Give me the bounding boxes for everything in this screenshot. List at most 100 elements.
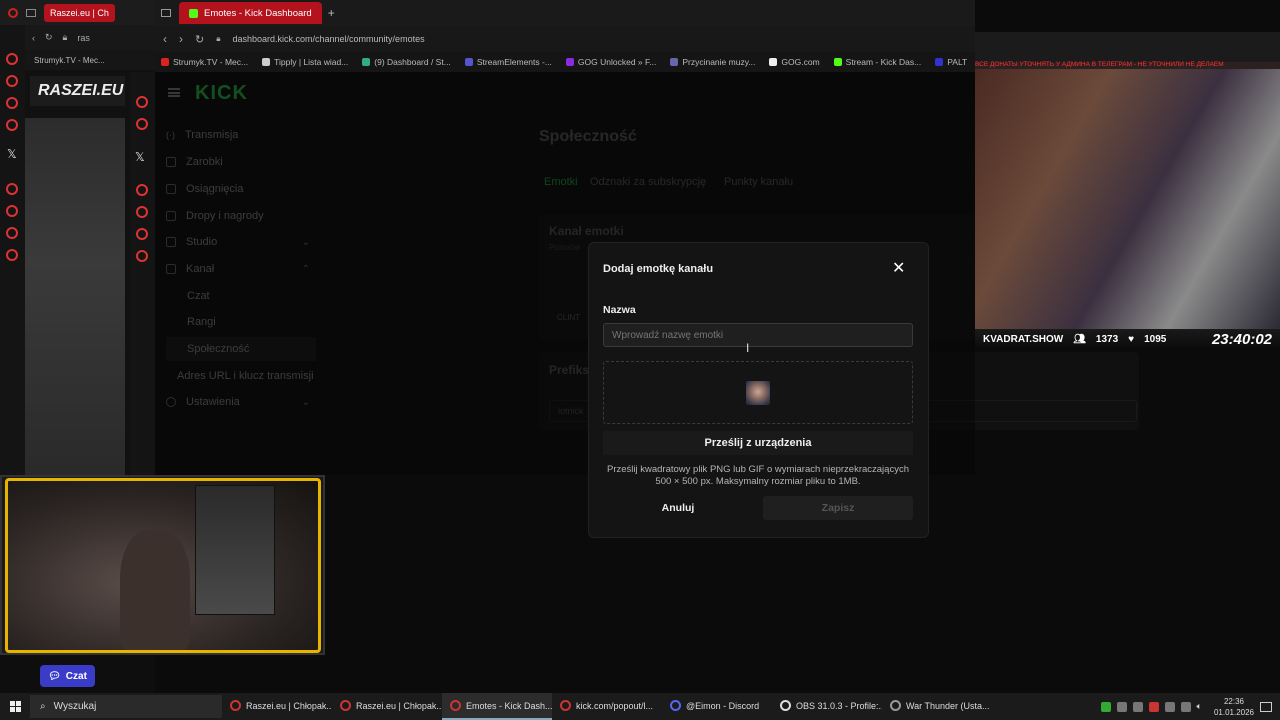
opera-icon <box>340 700 351 711</box>
bookmark-item[interactable]: GOG Unlocked » F... <box>565 57 656 67</box>
text-cursor-icon: I <box>746 341 750 355</box>
viewers-icon: 👥︎ <box>1073 334 1086 345</box>
opera-sidebar-2: 𝕏 <box>130 72 155 475</box>
x-icon[interactable]: 𝕏 <box>7 147 17 161</box>
opera-menu-icon[interactable] <box>8 7 18 18</box>
taskbar-item[interactable]: Raszei.eu | Chłopak... <box>332 693 442 720</box>
left-browser-url[interactable]: ras <box>77 33 90 43</box>
taskbar-clock[interactable]: 22:36 01.01.2026 <box>1214 696 1254 718</box>
raszei-logo: RASZEI.EU <box>30 76 125 106</box>
notification-icon[interactable] <box>1260 701 1272 712</box>
opera-sidebar-icon[interactable] <box>136 206 148 218</box>
opera-sidebar-icon[interactable] <box>6 75 18 87</box>
tray-icon[interactable] <box>1180 701 1191 712</box>
chat-icon: 💬︎ <box>48 670 61 682</box>
clock-date: 01.01.2026 <box>1213 707 1254 717</box>
bookmark-item[interactable]: Strumyk.TV - Mec... <box>161 57 248 67</box>
tray-icon[interactable] <box>1132 701 1143 712</box>
left-browser-tab[interactable]: Raszei.eu | Ch <box>44 3 115 22</box>
lock-icon: 🔒︎ <box>216 34 221 43</box>
forward-icon[interactable]: › <box>179 32 183 46</box>
tray-icon[interactable] <box>1116 701 1127 712</box>
opera-sidebar-icon[interactable] <box>136 96 148 108</box>
opera-sidebar-icon[interactable] <box>6 249 18 261</box>
opera-sidebar-icon[interactable] <box>136 250 148 262</box>
taskbar-item[interactable]: Emotes - Kick Dash... <box>442 693 552 720</box>
discord-icon <box>670 700 681 711</box>
opera-sidebar-icon[interactable] <box>6 205 18 217</box>
url-field[interactable]: dashboard.kick.com/channel/community/emo… <box>232 34 424 44</box>
bookmark-item[interactable]: StreamElements -... <box>464 57 552 67</box>
bookmark-item[interactable]: (9) Dashboard / St... <box>362 57 451 67</box>
opera-sidebar-icon[interactable] <box>6 97 18 109</box>
webcam-person <box>120 530 190 650</box>
tabs-icon[interactable] <box>26 8 36 17</box>
tabs-icon[interactable] <box>161 9 171 17</box>
opera-sidebar-icon[interactable] <box>6 227 18 239</box>
tab-label: Emotes - Kick Dashboard <box>204 7 312 19</box>
new-tab-button[interactable]: + <box>328 6 335 20</box>
bookmark-item[interactable]: Tipply | Lista wiad... <box>262 57 348 67</box>
volume-icon[interactable]: 🔈︎ <box>1197 701 1202 712</box>
taskbar-item[interactable]: OBS 31.0.3 - Profile:... <box>772 693 882 720</box>
taskbar-item[interactable]: @Eimon - Discord <box>662 693 772 720</box>
webcam-poster <box>195 485 275 615</box>
stream-clock: 23:40:02 <box>1211 331 1272 348</box>
bookmark-item[interactable]: Przycinanie muzy... <box>670 57 755 67</box>
modal-title: Dodaj emotkę kanału <box>603 263 714 275</box>
chat-button-label: Czat <box>65 670 87 682</box>
windows-icon <box>9 701 21 712</box>
left-video <box>25 118 125 475</box>
viewers-count: 1373 <box>1095 334 1119 345</box>
taskbar-search[interactable]: ⌕ Wyszukaj <box>30 695 222 718</box>
obs-icon <box>780 700 791 711</box>
tray-icon[interactable] <box>1100 701 1111 712</box>
back-icon[interactable]: ‹ <box>163 32 167 46</box>
stream-donation-header <box>975 32 1280 62</box>
bookmark-item[interactable]: GOG.com <box>769 57 820 67</box>
address-bar: ‹ › ↻ 🔒︎ dashboard.kick.com/channel/comm… <box>155 26 975 52</box>
emote-name-input[interactable] <box>603 323 913 347</box>
opera-icon <box>560 700 571 711</box>
lock-icon: 🔒︎ <box>62 32 68 42</box>
taskbar-item[interactable]: kick.com/popout/l... <box>552 693 662 720</box>
name-label: Nazwa <box>603 304 636 316</box>
opera-sidebar-icon[interactable] <box>6 183 18 195</box>
start-button[interactable] <box>0 693 30 720</box>
search-label: Wyszukaj <box>53 701 97 712</box>
bookmark-item[interactable]: Stream - Kick Das... <box>833 57 921 67</box>
chat-button[interactable]: 💬︎ Czat <box>40 665 95 687</box>
opera-sidebar-icon[interactable] <box>136 118 148 130</box>
upload-hint: Prześlij kwadratowy plik PNG lub GIF o w… <box>607 464 909 487</box>
opera-sidebar-icon[interactable] <box>136 184 148 196</box>
opera-sidebar-icon[interactable] <box>6 53 18 65</box>
left-bookmark[interactable]: Strumyk.TV - Mec... <box>34 56 105 65</box>
opera-sidebar: 𝕏 <box>0 25 25 475</box>
x-icon[interactable]: 𝕏 <box>135 150 145 164</box>
heart-icon: ♥ <box>1128 334 1135 345</box>
search-icon: ⌕ <box>40 701 46 712</box>
back-icon[interactable]: ‹ <box>32 33 35 43</box>
close-icon[interactable]: ✕ <box>892 261 905 277</box>
channel-name: KVADRAT.SHOW <box>983 334 1064 345</box>
reload-icon[interactable]: ↻ <box>195 33 204 46</box>
stream-stats-bar: KVADRAT.SHOW 👥︎ 1373 ♥ 1095 23:40:02 <box>975 329 1280 350</box>
save-button[interactable]: Zapisz <box>763 496 913 520</box>
taskbar-item[interactable]: Raszei.eu | Chłopak... <box>222 693 332 720</box>
system-tray: 🔈︎ 22:36 01.01.2026 <box>1100 696 1280 718</box>
tray-icon[interactable] <box>1148 701 1159 712</box>
reload-icon[interactable]: ↻ <box>45 32 53 43</box>
taskbar: ⌕ Wyszukaj Raszei.eu | Chłopak... Raszei… <box>0 693 1280 720</box>
opera-sidebar-icon[interactable] <box>136 228 148 240</box>
likes-count: 1095 <box>1144 334 1167 345</box>
cancel-button[interactable]: Anuluj <box>603 496 753 520</box>
upload-from-device-button[interactable]: Prześlij z urządzenia <box>603 431 913 455</box>
taskbar-item[interactable]: War Thunder (Usta... <box>882 693 992 720</box>
bookmark-item[interactable]: PALT <box>935 57 967 67</box>
opera-sidebar-icon[interactable] <box>6 119 18 131</box>
war-thunder-icon <box>890 700 901 711</box>
tray-icon[interactable] <box>1164 701 1175 712</box>
tab-emotes-kick[interactable]: Emotes - Kick Dashboard <box>179 2 322 24</box>
tab-bar: Emotes - Kick Dashboard + <box>155 0 975 26</box>
bookmarks-bar: Strumyk.TV - Mec... Tipply | Lista wiad.… <box>155 52 975 72</box>
